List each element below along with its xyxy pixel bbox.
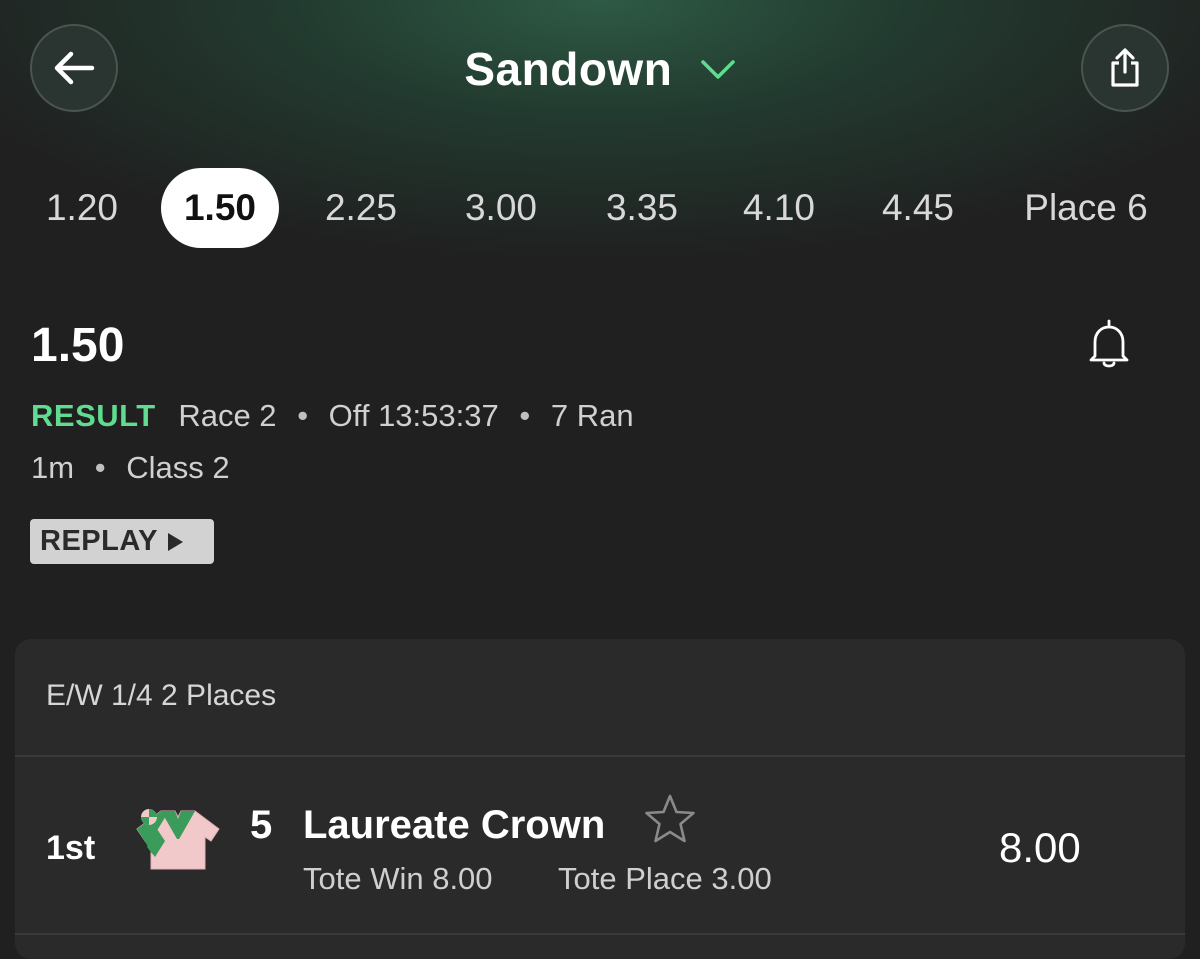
race-details: 1m • Class 2 bbox=[31, 450, 230, 486]
tab-race-3[interactable]: 2.25 bbox=[306, 168, 416, 248]
off-time: Off 13:53:37 bbox=[328, 398, 499, 433]
status-badge: RESULT bbox=[31, 398, 156, 433]
finish-position: 1st bbox=[46, 829, 96, 867]
replay-button[interactable]: REPLAY bbox=[30, 519, 214, 564]
race-distance: 1m bbox=[31, 450, 75, 485]
star-icon[interactable] bbox=[642, 792, 698, 848]
tab-race-5[interactable]: 3.35 bbox=[587, 168, 697, 248]
horse-number: 5 bbox=[250, 803, 273, 847]
separator-dot: • bbox=[519, 398, 531, 433]
share-button[interactable] bbox=[1081, 24, 1169, 112]
race-number: Race 2 bbox=[178, 398, 277, 433]
tote-place: Tote Place 3.00 bbox=[558, 861, 772, 896]
results-card: E/W 1/4 2 Places 1st 5 Laureate Crown To… bbox=[15, 639, 1185, 959]
separator-dot: • bbox=[297, 398, 309, 433]
tab-race-7[interactable]: 4.45 bbox=[862, 168, 974, 248]
race-tabs: 1.20 1.50 2.25 3.00 3.35 4.10 4.45 Place… bbox=[0, 168, 1200, 248]
race-title: 1.50 bbox=[31, 319, 125, 372]
replay-label: REPLAY bbox=[40, 525, 158, 557]
tab-race-4[interactable]: 3.00 bbox=[446, 168, 556, 248]
divider bbox=[15, 755, 1185, 757]
tab-place-6[interactable]: Place 6 bbox=[1008, 168, 1164, 248]
horse-name[interactable]: Laureate Crown bbox=[303, 803, 605, 848]
share-icon bbox=[1111, 48, 1139, 87]
race-meta: RESULT Race 2 • Off 13:53:37 • 7 Ran bbox=[31, 398, 634, 434]
race-class: Class 2 bbox=[126, 450, 230, 485]
runners-count: 7 Ran bbox=[550, 398, 634, 433]
venue-selector[interactable]: Sandown bbox=[0, 42, 1200, 96]
header: Sandown bbox=[0, 0, 1200, 140]
jockey-silk-icon bbox=[136, 809, 220, 870]
separator-dot: • bbox=[94, 450, 106, 485]
each-way-terms: E/W 1/4 2 Places bbox=[46, 679, 277, 712]
play-icon bbox=[167, 532, 183, 551]
chevron-down-icon bbox=[700, 60, 735, 79]
page-title: Sandown bbox=[464, 43, 673, 95]
tab-race-1[interactable]: 1.20 bbox=[30, 168, 134, 248]
tote-win: Tote Win 8.00 bbox=[303, 861, 493, 896]
tab-race-2[interactable]: 1.50 bbox=[161, 168, 279, 248]
tab-race-6[interactable]: 4.10 bbox=[727, 168, 831, 248]
divider bbox=[15, 933, 1185, 935]
odds-value: 8.00 bbox=[999, 824, 1081, 871]
bell-icon[interactable] bbox=[1086, 318, 1132, 370]
